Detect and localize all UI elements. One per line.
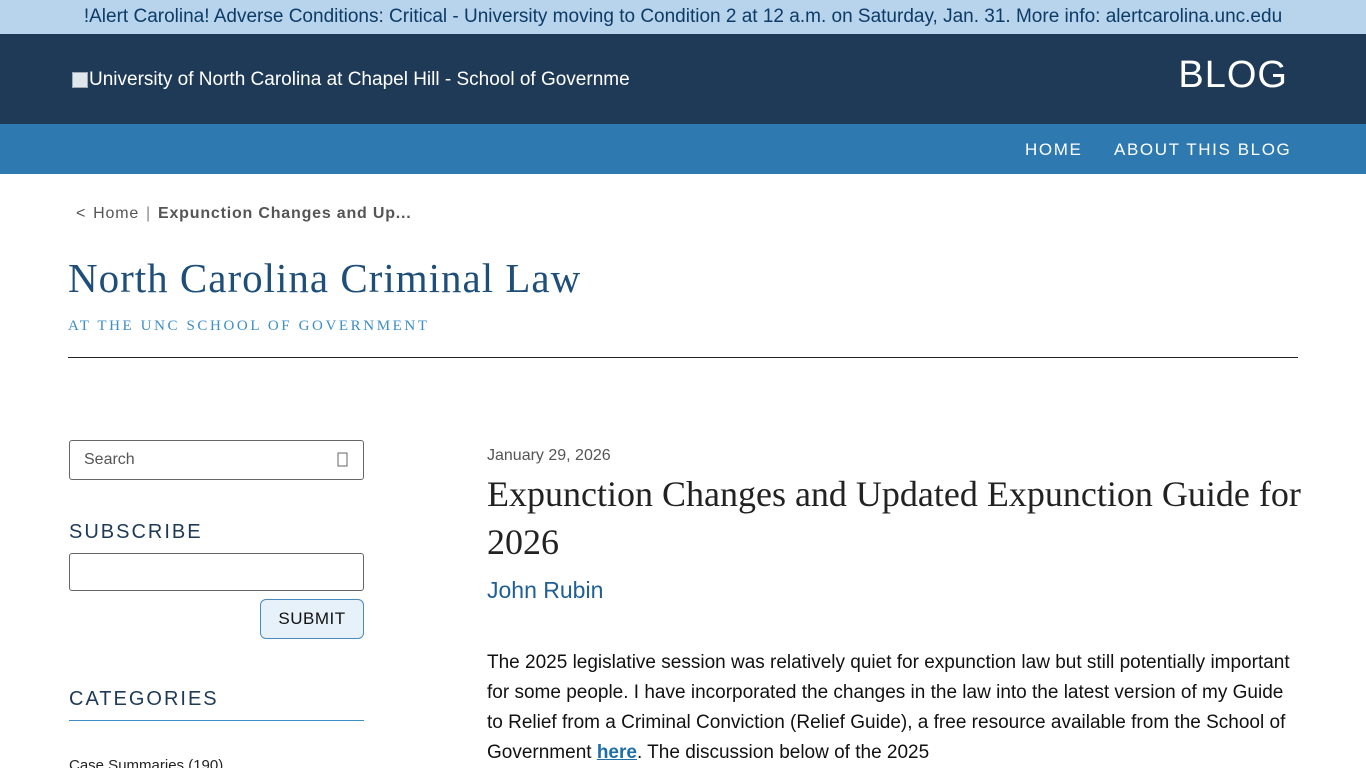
blog-label: BLOG (1178, 54, 1288, 96)
university-logo-link[interactable]: University of North Carolina at Chapel H… (72, 69, 630, 91)
site-subtitle: AT THE UNC SCHOOL OF GOVERNMENT (68, 318, 430, 334)
main-nav: HOME ABOUT THIS BLOG (0, 124, 1366, 174)
breadcrumb: < Home | Expunction Changes and Up... (76, 205, 412, 223)
post-body-text-continued: . The discussion below of the 2025 (636, 742, 930, 763)
alert-banner: !Alert Carolina! Adverse Conditions: Cri… (0, 0, 1366, 34)
categories-divider (69, 720, 364, 721)
post-author-link[interactable]: John Rubin (487, 577, 603, 604)
broken-image-icon (72, 72, 88, 88)
post-date: January 29, 2026 (487, 447, 611, 464)
breadcrumb-separator: | (146, 205, 152, 222)
categories-heading: CATEGORIES (69, 688, 219, 710)
search-button[interactable] (333, 450, 353, 470)
search-input[interactable] (70, 441, 325, 479)
logo-alt-text: University of North Carolina at Chapel H… (89, 69, 630, 90)
post-title: Expunction Changes and Updated Expunctio… (487, 474, 1301, 562)
nav-item-about-this-blog[interactable]: ABOUT THIS BLOG (1114, 140, 1291, 160)
breadcrumb-back-icon: < (76, 205, 87, 222)
site-header: University of North Carolina at Chapel H… (0, 34, 1366, 124)
search-form (69, 440, 364, 480)
nav-item-home[interactable]: HOME (1025, 140, 1082, 160)
relief-guide-link[interactable]: here (597, 742, 637, 763)
subscribe-email-field[interactable] (69, 553, 364, 591)
title-divider (68, 357, 1298, 358)
category-link-case-summaries[interactable]: Case Summaries (190) (69, 757, 223, 768)
search-icon (337, 452, 348, 467)
breadcrumb-home-link[interactable]: Home (93, 205, 139, 222)
alert-text: !Alert Carolina! Adverse Conditions: Cri… (83, 6, 1283, 27)
subscribe-heading: SUBSCRIBE (69, 521, 203, 543)
breadcrumb-current: Expunction Changes and Up... (158, 205, 412, 222)
submit-button[interactable]: SUBMIT (260, 599, 364, 639)
site-title[interactable]: North Carolina Criminal Law (68, 254, 581, 302)
post-body: The 2025 legislative session was relativ… (487, 648, 1297, 768)
